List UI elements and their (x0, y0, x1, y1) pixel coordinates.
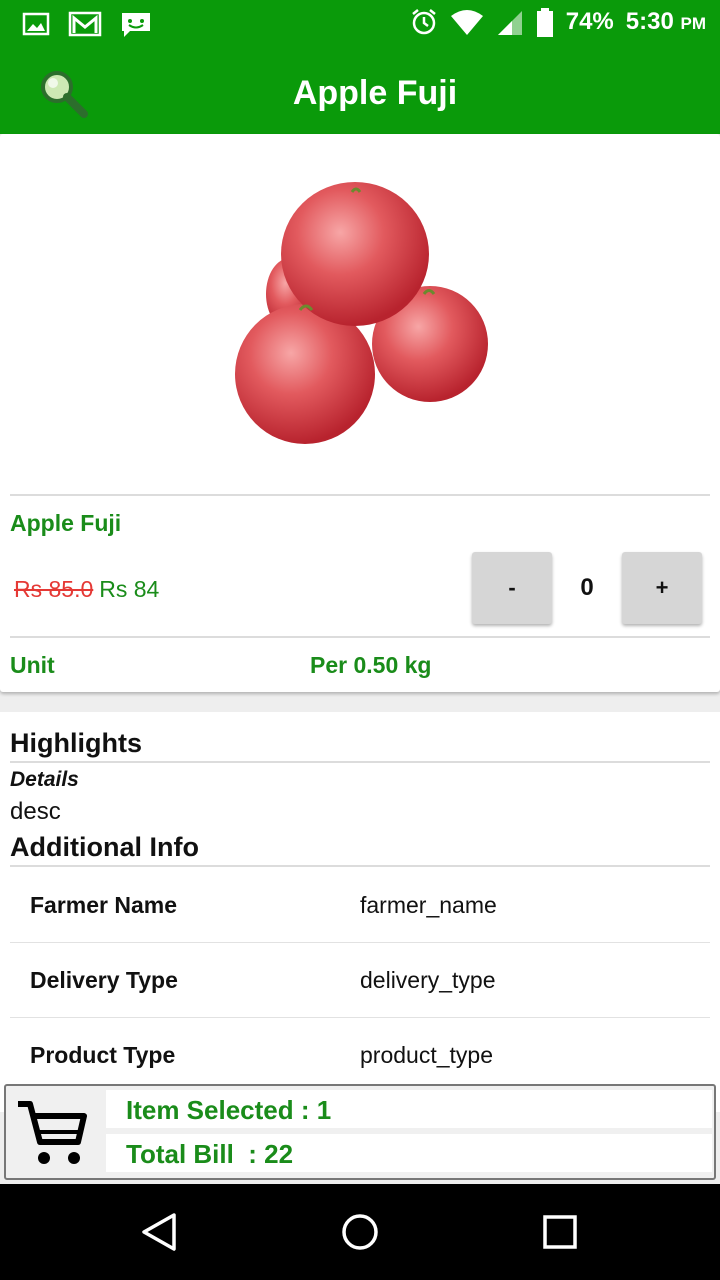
info-value: delivery_type (360, 967, 496, 993)
sms-icon (120, 10, 152, 38)
product-image (220, 174, 500, 454)
page-title: Apple Fuji (292, 74, 458, 112)
gmail-icon (68, 10, 102, 38)
description: desc (10, 798, 61, 825)
info-row-farmer: Farmer Name farmer_name (10, 868, 710, 943)
highlights-title: Highlights (10, 728, 142, 758)
card-divider (10, 494, 710, 496)
info-value: product_type (360, 1042, 493, 1068)
info-key: Farmer Name (30, 892, 178, 918)
battery-icon (536, 8, 554, 37)
signal-icon (496, 8, 524, 36)
quantity-value: 0 (580, 574, 594, 601)
battery-percent: 74% (565, 8, 614, 35)
product-name: Apple Fuji (10, 510, 122, 536)
decrease-quantity-button[interactable]: - (472, 552, 552, 624)
additional-info-title: Additional Info (10, 832, 199, 862)
app-bar: Apple Fuji (0, 52, 720, 134)
info-key: Delivery Type (30, 967, 178, 993)
alarm-icon (410, 8, 438, 36)
items-selected-line: Item Selected : 1 (106, 1090, 712, 1128)
unit-value: Per 0.50 kg (310, 652, 432, 678)
details-section: Highlights Details desc Additional Info … (0, 712, 720, 1112)
info-row-delivery: Delivery Type delivery_type (10, 943, 710, 1018)
product-detail-screen: 74% 5:30 PM Apple Fuji Apple Fuji Rs 85.… (0, 0, 720, 1280)
navigation-bar (0, 1184, 720, 1280)
old-price: Rs 85.0 (14, 576, 94, 602)
details-label: Details (10, 768, 79, 791)
section-divider (10, 761, 710, 763)
product-card: Apple Fuji Rs 85.0 Rs 84 - 0 + Unit Per 0… (0, 134, 720, 692)
info-key: Product Type (30, 1042, 176, 1068)
cart-icon[interactable] (14, 1096, 90, 1168)
clock-ampm: PM (680, 14, 707, 33)
items-selected-text: Item Selected : 1 (126, 1095, 332, 1125)
card-divider (10, 636, 710, 638)
clock-time: 5:30 (625, 8, 674, 35)
increase-quantity-button[interactable]: + (622, 552, 702, 624)
info-row-product-type: Product Type product_type (10, 1018, 710, 1093)
clock: 5:30 PM (626, 8, 706, 36)
total-bill-line: Total Bill : 22 (106, 1134, 712, 1172)
total-bill-text: Total Bill : 22 (126, 1139, 294, 1169)
info-value: farmer_name (360, 892, 497, 918)
recents-icon[interactable] (538, 1210, 582, 1254)
price-row: Rs 85.0 Rs 84 (14, 576, 159, 603)
back-icon[interactable] (138, 1210, 182, 1254)
home-icon[interactable] (338, 1210, 382, 1254)
status-bar: 74% 5:30 PM (0, 0, 720, 52)
section-divider (10, 865, 710, 867)
wifi-icon (450, 8, 484, 36)
image-icon (22, 10, 50, 38)
unit-label: Unit (10, 652, 55, 678)
new-price: Rs 84 (99, 576, 160, 602)
cart-summary-bar[interactable]: Item Selected : 1 Total Bill : 22 (4, 1084, 716, 1180)
